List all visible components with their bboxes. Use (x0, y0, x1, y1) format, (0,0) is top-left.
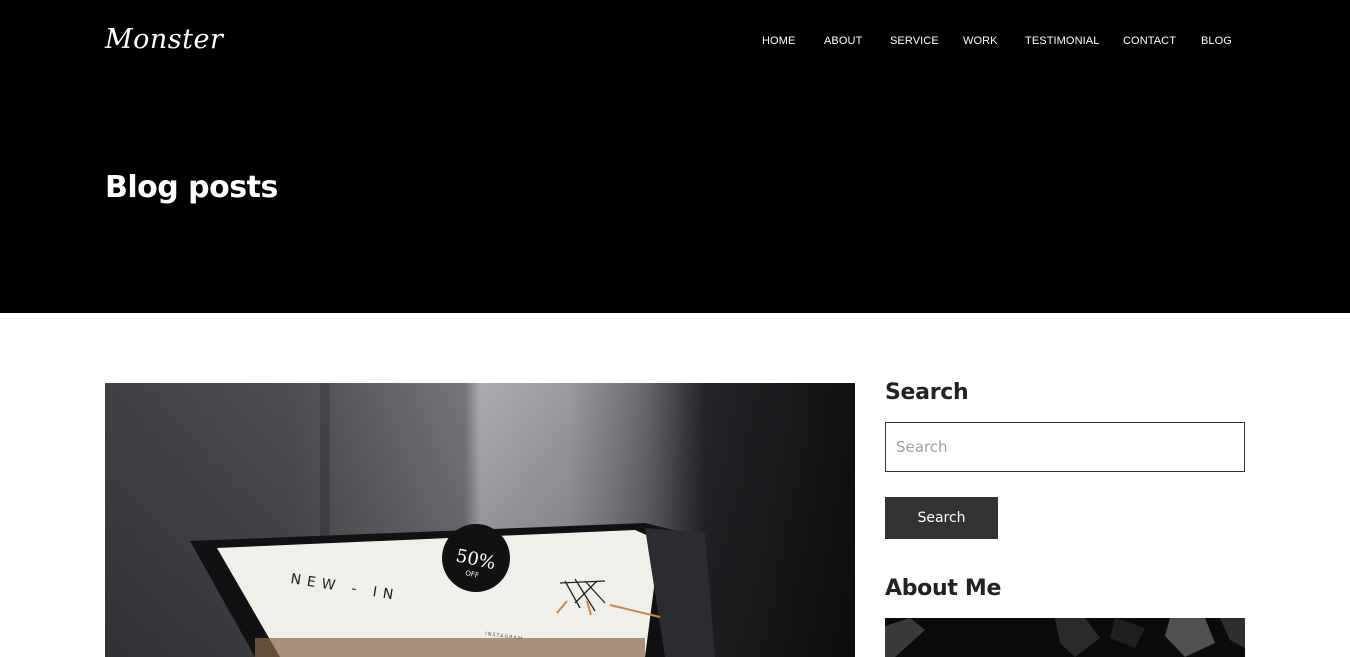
page-hero: Monster HOME ABOUT SERVICE WORK TESTIMON… (0, 0, 1350, 313)
nav-about[interactable]: ABOUT (824, 35, 862, 47)
nav-service[interactable]: SERVICE (890, 35, 939, 47)
nav-home[interactable]: HOME (762, 35, 795, 47)
search-input[interactable] (885, 422, 1245, 472)
search-button[interactable]: Search (885, 497, 998, 539)
nav-blog[interactable]: BLOG (1201, 35, 1232, 47)
page-title: Blog posts (105, 170, 278, 205)
nav-work[interactable]: WORK (963, 35, 998, 47)
nav-testimonial[interactable]: TESTIMONIAL (1025, 35, 1099, 47)
laptop-shape (190, 523, 715, 657)
about-me-image (885, 618, 1245, 657)
search-widget-title: Search (885, 380, 969, 405)
blog-post-image[interactable]: NEW - IN 50% OFF INSTAGRAM (105, 383, 855, 657)
about-widget-title: About Me (885, 576, 1002, 601)
about-photo (885, 618, 1245, 657)
laptop-photo: NEW - IN 50% OFF INSTAGRAM (105, 383, 855, 657)
main-nav: HOME ABOUT SERVICE WORK TESTIMONIAL CONT… (0, 35, 1350, 49)
nav-contact[interactable]: CONTACT (1123, 35, 1176, 47)
